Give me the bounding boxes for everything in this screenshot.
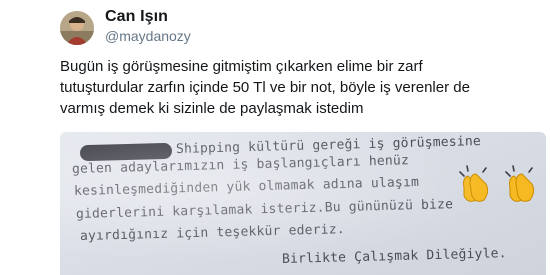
tweet-text-line: varmış demek ki sizinle de paylaşmak ist… — [60, 100, 364, 117]
tweet-text: Bugün iş görüşmesine gitmiştim çıkarken … — [60, 56, 530, 119]
top-divider — [0, 0, 550, 3]
note-line: kesinleşmediğinden yük olmamak adına ula… — [73, 174, 420, 199]
user-handle[interactable]: @maydanozy — [105, 28, 191, 44]
note-line: giderlerini karşılamak isteriz.Bu gününü… — [75, 197, 454, 222]
attached-photo[interactable]: Shipping kültürü gereği iş görüşmesine g… — [60, 132, 546, 275]
note-line: ayırdığınız için teşekkür ederiz. — [79, 222, 345, 244]
avatar[interactable] — [60, 11, 94, 45]
tweet-card: Can Işın @maydanozy Bugün iş görüşmesine… — [0, 0, 550, 275]
note-line: Shipping kültürü gereği iş görüşmesine — [175, 134, 482, 157]
display-name[interactable]: Can Işın — [105, 8, 168, 26]
clapping-hands-icon — [459, 165, 489, 202]
tweet-text-line: tutuşturdular zarfın içinde 50 Tl ve bir… — [60, 79, 470, 96]
note-line: Birlikte Çalışmak Dileğiyle. — [281, 246, 507, 267]
clapping-hands-icon — [505, 165, 535, 202]
note-line: gelen adaylarımızın iş başlangıçları hen… — [71, 153, 410, 177]
tweet-text-line: Bugün iş görüşmesine gitmiştim çıkarken … — [60, 58, 423, 75]
avatar-image — [60, 11, 94, 45]
redacted-company-name — [79, 142, 173, 162]
